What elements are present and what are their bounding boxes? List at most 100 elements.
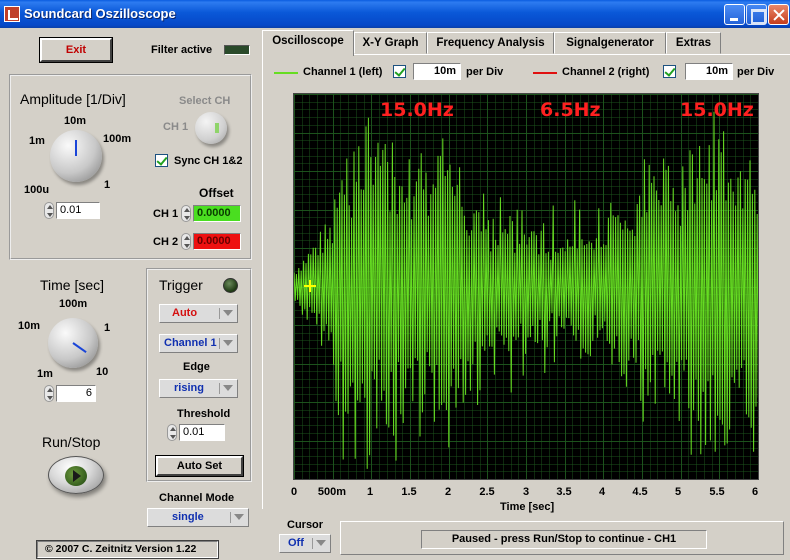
maximize-button[interactable] <box>746 4 767 25</box>
time-scale-1: 1 <box>104 322 111 334</box>
time-spin[interactable] <box>44 385 54 402</box>
status-text: Paused - press Run/Stop to continue - CH… <box>421 530 707 549</box>
chevron-down-icon <box>219 308 235 319</box>
amplitude-stepper[interactable]: 0.01 <box>44 202 100 219</box>
x-tick: 500m <box>317 486 347 498</box>
close-button[interactable] <box>768 4 789 25</box>
trigger-channel-select[interactable]: Channel 1 <box>159 334 238 353</box>
x-tick: 1.5 <box>401 486 417 498</box>
edge-label: Edge <box>183 361 210 373</box>
trigger-group <box>146 268 252 482</box>
tab-frequency-analysis[interactable]: Frequency Analysis <box>427 32 554 54</box>
ch1-offset-spin[interactable] <box>181 205 191 222</box>
select-ch-label: Select CH <box>179 95 231 107</box>
ch2-offset-value[interactable]: 0.0000 <box>193 233 241 250</box>
threshold-spin[interactable] <box>167 424 177 441</box>
trigger-mode-value: Auto <box>172 307 198 319</box>
time-scale-1m: 1m <box>37 368 53 380</box>
ch2-per-div-label: per Div <box>737 66 775 78</box>
ch2-offset-spin[interactable] <box>181 233 191 250</box>
scope-plot <box>293 94 759 480</box>
minimize-button[interactable] <box>724 4 745 25</box>
x-tick: 2 <box>444 486 452 498</box>
ch2-offset-stepper[interactable]: 0.0000 <box>181 233 243 250</box>
trigger-mode-select[interactable]: Auto <box>159 304 238 323</box>
x-tick: 5.5 <box>709 486 725 498</box>
trigger-channel-value: Channel 1 <box>164 337 217 349</box>
time-stepper[interactable]: 6 <box>44 385 96 402</box>
tab-extras[interactable]: Extras <box>666 32 721 54</box>
ch2-div-input[interactable]: 10m <box>685 63 733 80</box>
trigger-edge-select[interactable]: rising <box>159 379 238 398</box>
scope-display[interactable] <box>293 93 759 480</box>
x-tick: 4.5 <box>632 486 648 498</box>
window-title: Soundcard Oszilloscope <box>24 6 176 21</box>
trigger-edge-value: rising <box>174 382 204 394</box>
ch1-frequency-readout: 15.0Hz <box>380 99 454 121</box>
ch1-legend-line <box>274 72 298 74</box>
channel-mode-value: single <box>172 511 204 523</box>
amp-scale-100u: 100u <box>24 184 50 196</box>
x-tick: 3 <box>522 486 530 498</box>
time-scale-10m: 10m <box>18 320 41 332</box>
threshold-value[interactable]: 0.01 <box>179 424 225 441</box>
ch1-offset-value[interactable]: 0.0000 <box>193 205 241 222</box>
x-tick: 2.5 <box>479 486 495 498</box>
time-title: Time [sec] <box>40 277 105 293</box>
ch1-frequency-readout-right: 15.0Hz <box>680 99 754 121</box>
filter-active-label: Filter active <box>151 44 213 56</box>
ch2-legend-line <box>533 72 557 74</box>
tab-xy-graph[interactable]: X-Y Graph <box>354 32 427 54</box>
x-tick: 4 <box>598 486 606 498</box>
sync-label: Sync CH 1&2 <box>174 155 243 167</box>
chevron-down-icon <box>219 338 235 349</box>
amp-scale-10m: 10m <box>64 115 87 127</box>
threshold-label: Threshold <box>177 408 231 420</box>
run-stop-button[interactable] <box>48 456 104 494</box>
select-ch-indicator <box>215 123 219 133</box>
ch1-offset-label: CH 1 <box>153 208 179 220</box>
tab-signalgenerator[interactable]: Signalgenerator <box>554 32 666 54</box>
amp-scale-100m: 100m <box>103 133 132 145</box>
amplitude-value[interactable]: 0.01 <box>56 202 100 219</box>
threshold-stepper[interactable]: 0.01 <box>167 424 227 441</box>
cursor-label: Cursor <box>287 519 324 531</box>
sync-checkbox[interactable] <box>155 154 168 167</box>
amplitude-knob[interactable] <box>50 130 102 182</box>
ch2-label: Channel 2 (right) <box>562 66 650 78</box>
title-bar: Soundcard Oszilloscope <box>0 0 790 28</box>
x-tick: 3.5 <box>556 486 572 498</box>
cursor-select[interactable]: Off <box>279 534 331 553</box>
chevron-down-icon <box>219 383 235 394</box>
trigger-led <box>223 278 238 293</box>
ch2-frequency-readout: 6.5Hz <box>540 99 601 121</box>
auto-set-button[interactable]: Auto Set <box>155 455 244 477</box>
x-tick: 6 <box>751 486 759 498</box>
ch1-visible-checkbox[interactable] <box>393 65 406 78</box>
status-bar: Paused - press Run/Stop to continue - CH… <box>340 521 784 555</box>
cursor-value: Off <box>288 537 304 549</box>
ch1-div-input[interactable]: 10m <box>413 63 461 80</box>
select-ch1-label: CH 1 <box>163 121 189 133</box>
time-scale-10: 10 <box>96 366 109 378</box>
filter-led <box>224 45 250 55</box>
time-value[interactable]: 6 <box>56 385 96 402</box>
amplitude-spin[interactable] <box>44 202 54 219</box>
ch1-offset-stepper[interactable]: 0.0000 <box>181 205 243 222</box>
x-tick: 5 <box>674 486 682 498</box>
ch2-visible-checkbox[interactable] <box>663 65 676 78</box>
trigger-title: Trigger <box>159 277 203 293</box>
ch1-per-div-label: per Div <box>466 66 504 78</box>
version-box: © 2007 C. Zeitnitz Version 1.22 <box>36 540 219 559</box>
select-ch-knob[interactable] <box>195 112 227 144</box>
time-knob[interactable] <box>48 318 98 368</box>
offset-label: Offset <box>199 186 234 200</box>
exit-button[interactable]: Exit <box>39 37 113 63</box>
play-icon <box>65 466 87 486</box>
amp-scale-1: 1 <box>104 179 111 191</box>
amplitude-title: Amplitude [1/Div] <box>20 91 126 107</box>
x-axis-label: Time [sec] <box>500 501 555 513</box>
tab-oscilloscope[interactable]: Oscilloscope <box>262 30 354 56</box>
x-tick: 1 <box>366 486 374 498</box>
channel-mode-select[interactable]: single <box>147 508 249 527</box>
